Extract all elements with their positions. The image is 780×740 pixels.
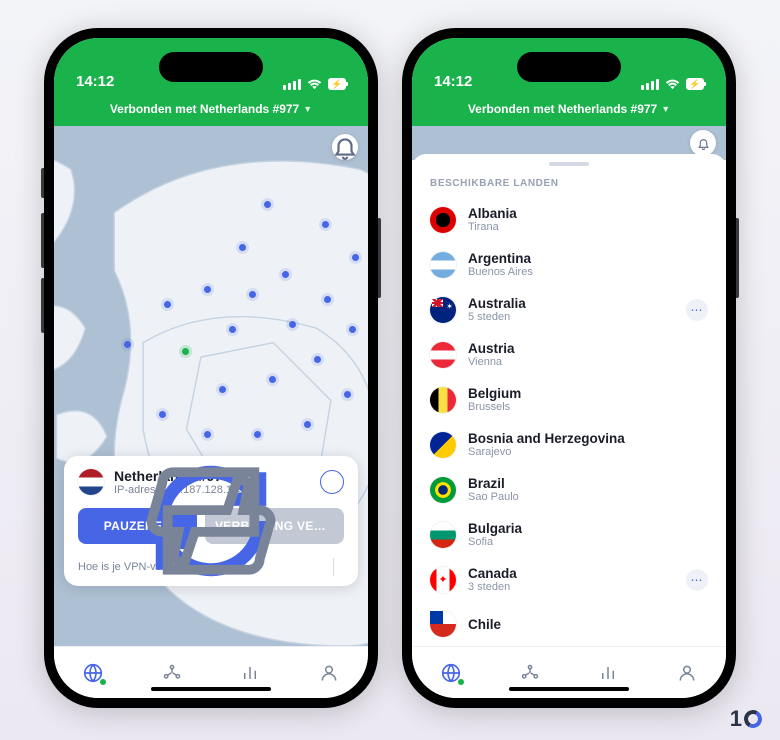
country-name: Albania [468, 206, 708, 221]
country-row[interactable]: AustriaVienna [412, 332, 726, 377]
connection-banner[interactable]: Verbonden met Netherlands #977 ▼ [54, 96, 368, 126]
country-row[interactable]: Chile [412, 602, 726, 646]
notifications-button[interactable] [690, 130, 716, 156]
country-name: Belgium [468, 386, 708, 401]
clock: 14:12 [76, 73, 114, 90]
more-button[interactable]: ⋯ [686, 569, 708, 591]
nav-profile[interactable] [676, 662, 698, 684]
section-header: BESCHIKBARE LANDEN [412, 172, 726, 197]
country-name: Canada [468, 566, 674, 581]
country-city: Buenos Aires [468, 266, 708, 278]
sheet-handle[interactable] [549, 162, 589, 166]
country-city: Sofia [468, 536, 708, 548]
country-name: Argentina [468, 251, 708, 266]
cellular-icon [283, 79, 301, 90]
battery-icon: ⚡ [328, 78, 346, 90]
server-map[interactable]: Netherlands #977 IP-adres: 193.187.128.1… [54, 126, 368, 646]
cellular-icon [641, 79, 659, 90]
country-row[interactable]: BulgariaSofia [412, 512, 726, 557]
flag-icon [430, 522, 456, 548]
flag-icon [430, 611, 456, 637]
flag-icon [430, 207, 456, 233]
country-city: Vienna [468, 356, 708, 368]
battery-icon: ⚡ [686, 78, 704, 90]
country-city: 5 steden [468, 311, 674, 323]
country-name: Australia [468, 296, 674, 311]
country-row[interactable]: Australia5 steden ⋯ [412, 287, 726, 332]
country-city: Tirana [468, 221, 708, 233]
nav-map[interactable] [82, 662, 104, 684]
nav-mesh[interactable] [161, 662, 183, 684]
wifi-icon [665, 79, 680, 90]
chevron-down-icon: ▼ [303, 104, 312, 114]
country-city: Brussels [468, 401, 708, 413]
connection-card: Netherlands #977 IP-adres: 193.187.128.1… [64, 456, 358, 586]
country-list[interactable]: AlbaniaTiranaArgentinaBuenos AiresAustra… [412, 197, 726, 646]
nav-map[interactable] [440, 662, 462, 684]
country-row[interactable]: BelgiumBrussels [412, 377, 726, 422]
flag-icon [430, 342, 456, 368]
country-name: Bulgaria [468, 521, 708, 536]
chevron-down-icon: ▼ [661, 104, 670, 114]
connection-banner[interactable]: Verbonden met Netherlands #977 ▼ [412, 96, 726, 126]
map-pin-current[interactable] [182, 348, 189, 355]
nav-profile[interactable] [318, 662, 340, 684]
dynamic-island [517, 52, 621, 82]
country-name: Chile [468, 617, 708, 632]
country-row[interactable]: Canada3 steden ⋯ [412, 557, 726, 602]
country-row[interactable]: ArgentinaBuenos Aires [412, 242, 726, 287]
dynamic-island [159, 52, 263, 82]
nav-stats[interactable] [239, 662, 261, 684]
flag-icon [430, 477, 456, 503]
country-row[interactable]: AlbaniaTirana [412, 197, 726, 242]
country-row[interactable]: BrazilSao Paulo [412, 467, 726, 512]
country-row[interactable]: Bosnia and HerzegovinaSarajevo [412, 422, 726, 467]
country-city: Sao Paulo [468, 491, 708, 503]
notifications-button[interactable] [332, 134, 358, 160]
more-button[interactable]: ⋯ [686, 299, 708, 321]
country-name: Brazil [468, 476, 708, 491]
country-city: 3 steden [468, 581, 674, 593]
flag-icon [430, 252, 456, 278]
brand-watermark: 1 [730, 706, 762, 732]
country-sheet[interactable]: BESCHIKBARE LANDEN AlbaniaTiranaArgentin… [412, 154, 726, 646]
phone-frame-right: 14:12 ⚡ Verbonden met Netherlands #977 ▼… [402, 28, 736, 708]
nav-stats[interactable] [597, 662, 619, 684]
flag-icon [430, 387, 456, 413]
country-name: Austria [468, 341, 708, 356]
flag-icon [430, 297, 456, 323]
flag-icon [430, 567, 456, 593]
flag-icon [430, 432, 456, 458]
country-city: Sarajevo [468, 446, 708, 458]
phone-frame-left: 14:12 ⚡ Verbonden met Netherlands #977 ▼ [44, 28, 378, 708]
home-indicator[interactable] [509, 687, 629, 691]
wifi-icon [307, 79, 322, 90]
nav-mesh[interactable] [519, 662, 541, 684]
clock: 14:12 [434, 73, 472, 90]
home-indicator[interactable] [151, 687, 271, 691]
country-name: Bosnia and Herzegovina [468, 431, 708, 446]
